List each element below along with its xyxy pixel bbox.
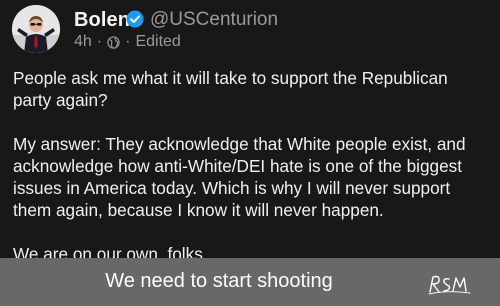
avatar[interactable] bbox=[12, 5, 60, 53]
caption-text: We need to start shooting bbox=[105, 270, 333, 292]
post-body: People ask me what it will take to suppo… bbox=[13, 67, 487, 265]
post-time[interactable]: 4h bbox=[74, 33, 92, 51]
post-meta: 4h · · Edited bbox=[74, 33, 181, 51]
post-paragraph: People ask me what it will take to suppo… bbox=[13, 68, 448, 110]
author-handle[interactable]: @USCenturion bbox=[150, 9, 278, 31]
avatar-image bbox=[12, 5, 60, 53]
signature-mark bbox=[428, 275, 471, 295]
globe-icon bbox=[107, 35, 120, 49]
meta-separator-2: · bbox=[125, 33, 131, 50]
verified-badge-icon bbox=[126, 10, 144, 28]
social-post: Bolen @USCenturion 4h · · Edited People … bbox=[0, 0, 500, 264]
caption-bar: We need to start shooting bbox=[0, 258, 500, 306]
edited-label[interactable]: Edited bbox=[135, 33, 180, 51]
post-paragraph: My answer: They acknowledge that White p… bbox=[13, 134, 466, 220]
meta-separator: · bbox=[96, 33, 103, 50]
author-name[interactable]: Bolen bbox=[74, 9, 130, 32]
